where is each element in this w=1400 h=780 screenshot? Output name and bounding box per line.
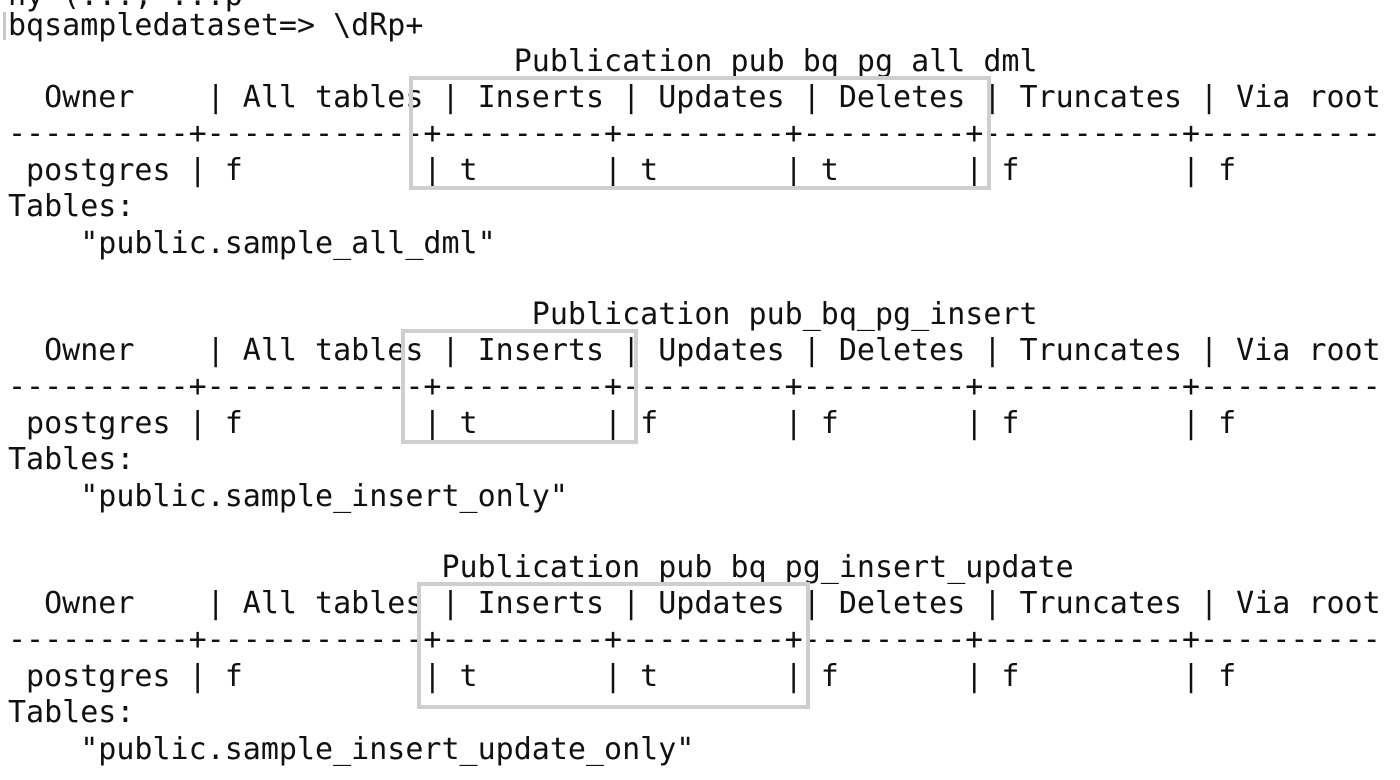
terminal-window[interactable]: hy=(..., ...p bqsampledataset=> \dRp+ Pu… [0,0,1400,780]
table-row: postgres | f | t | t | t | f | f [8,153,1237,188]
table-separator: ----------+------------+---------+------… [8,116,1381,151]
table-row: postgres | f | t | t | f | f | f [8,659,1237,694]
table-header: Owner | All tables | Inserts | Updates |… [8,80,1381,115]
table-separator: ----------+------------+---------+------… [8,369,1381,404]
command-line[interactable]: bqsampledataset=> \dRp+ [8,8,423,44]
publication-title: Publication pub_bq_pg_insert [8,297,1038,332]
table-name: "public.sample_all_dml" [8,226,496,261]
tables-label: Tables: [8,189,135,224]
tables-label: Tables: [8,442,135,477]
tables-label: Tables: [8,695,135,730]
table-header: Owner | All tables | Inserts | Updates |… [8,333,1381,368]
text-cursor [3,12,6,40]
table-separator: ----------+------------+---------+------… [8,622,1381,657]
table-name: "public.sample_insert_only" [8,479,568,514]
publication-title: Publication pub_bq_pg_all_dml [8,44,1038,79]
table-row: postgres | f | t | f | f | f | f [8,406,1237,441]
table-name: "public.sample_insert_update_only" [8,732,695,767]
table-header: Owner | All tables | Inserts | Updates |… [8,586,1381,621]
publication-title: Publication pub_bq_pg_insert_update [8,550,1074,585]
